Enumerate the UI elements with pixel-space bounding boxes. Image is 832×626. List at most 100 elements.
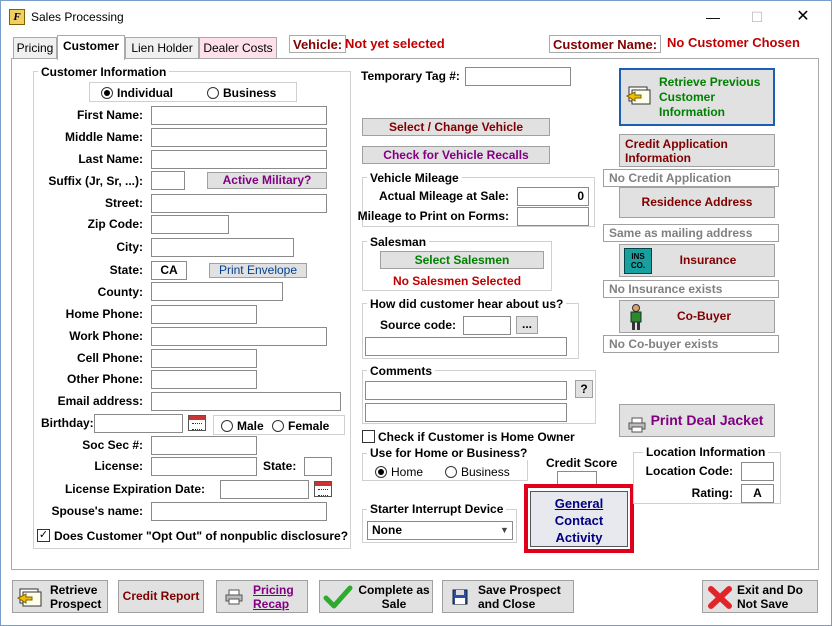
county-input[interactable] xyxy=(151,282,283,301)
same-mailing-status: Same as mailing address xyxy=(603,224,779,242)
radio-use-business[interactable]: Business xyxy=(445,465,510,479)
save-prospect-button[interactable]: Save Prospect and Close xyxy=(442,580,574,613)
radio-business[interactable]: Business xyxy=(207,86,276,100)
active-military-button[interactable]: Active Military? xyxy=(207,172,327,189)
close-button[interactable]: ✕ xyxy=(793,7,813,27)
home-phone-input[interactable] xyxy=(151,305,257,324)
last-name-label: Last Name: xyxy=(78,152,143,166)
pricing-recap-button[interactable]: Pricing Recap xyxy=(216,580,308,613)
credit-score-input[interactable] xyxy=(557,471,597,485)
retrieve-prospect-button[interactable]: Retrieve Prospect xyxy=(12,580,108,613)
source-code-input[interactable] xyxy=(463,316,511,335)
chevron-down-icon[interactable]: ▼ xyxy=(497,522,512,539)
license-exp-input[interactable] xyxy=(220,480,309,499)
comments-help-button[interactable]: ? xyxy=(575,380,593,398)
home-phone-label: Home Phone: xyxy=(65,307,143,321)
middle-name-input[interactable] xyxy=(151,128,327,147)
birthday-calendar-icon[interactable] xyxy=(188,415,206,431)
tab-pricing[interactable]: Pricing xyxy=(13,37,57,59)
license-exp-calendar-icon[interactable] xyxy=(314,481,332,497)
source-desc-input[interactable] xyxy=(365,337,567,356)
ssn-label: Soc Sec #: xyxy=(82,438,143,452)
printer-icon xyxy=(225,589,243,605)
tab-dealer-costs[interactable]: Dealer Costs xyxy=(199,37,277,59)
select-vehicle-button[interactable]: Select / Change Vehicle xyxy=(362,118,550,136)
home-owner-checkbox[interactable] xyxy=(362,430,375,443)
print-envelope-button[interactable]: Print Envelope xyxy=(209,263,307,278)
gca-line-3: Activity xyxy=(555,530,603,545)
radio-female[interactable]: Female xyxy=(272,419,329,433)
radio-individual[interactable]: Individual xyxy=(101,86,173,100)
temp-tag-input[interactable] xyxy=(465,67,571,86)
last-name-input[interactable] xyxy=(151,150,327,169)
tab-customer[interactable]: Customer xyxy=(57,35,125,60)
co-buyer-button[interactable]: Co-Buyer xyxy=(619,300,775,333)
minimize-button[interactable]: — xyxy=(703,7,723,27)
other-phone-input[interactable] xyxy=(151,370,257,389)
retrieve-previous-button[interactable]: Retrieve Previous Customer Information xyxy=(619,68,775,126)
vehicle-value: Not yet selected xyxy=(345,36,445,51)
starter-select[interactable]: None xyxy=(367,521,513,540)
insurance-button[interactable]: INS CO. Insurance xyxy=(619,244,775,277)
radio-male[interactable]: Male xyxy=(221,419,264,433)
home-owner-label: Check if Customer is Home Owner xyxy=(378,430,575,444)
mileage-print-input[interactable] xyxy=(517,207,589,226)
radio-dot xyxy=(221,420,233,432)
tab-lien-holder[interactable]: Lien Holder xyxy=(125,37,199,59)
retrieve-card-icon xyxy=(16,586,44,610)
ssn-input[interactable] xyxy=(151,436,257,455)
maximize-button[interactable]: ☐ xyxy=(747,7,767,27)
comments-input-2[interactable] xyxy=(365,403,567,422)
work-phone-input[interactable] xyxy=(151,327,327,346)
select-salesmen-button[interactable]: Select Salesmen xyxy=(380,251,544,269)
license-state-input[interactable] xyxy=(304,457,332,476)
printer-icon xyxy=(628,413,646,433)
actual-mileage-input[interactable]: 0 xyxy=(517,187,589,206)
state-input[interactable]: CA xyxy=(151,261,187,280)
radio-home[interactable]: Home xyxy=(375,465,423,479)
spouse-input[interactable] xyxy=(151,502,327,521)
email-input[interactable] xyxy=(151,392,341,411)
gca-line-1: General xyxy=(554,496,604,511)
license-input[interactable] xyxy=(151,457,257,476)
opt-out-checkbox[interactable]: ✓ xyxy=(37,529,50,542)
starter-title: Starter Interrupt Device xyxy=(367,502,507,516)
source-code-label: Source code: xyxy=(380,318,457,332)
comments-input-1[interactable] xyxy=(365,381,567,400)
credit-score-label: Credit Score xyxy=(546,456,618,470)
retrieve-prev-line-1: Retrieve Previous xyxy=(659,75,761,89)
exit-no-save-button[interactable]: Exit and Do Not Save xyxy=(702,580,818,613)
customer-info-title: Customer Information xyxy=(38,65,170,79)
rating-input[interactable]: A xyxy=(741,484,774,503)
birthday-input[interactable] xyxy=(94,414,183,433)
vehicle-label: Vehicle: xyxy=(289,35,347,53)
radio-dot xyxy=(101,87,113,99)
customer-name-value: No Customer Chosen xyxy=(667,35,800,50)
suffix-label: Suffix (Jr, Sr, ...): xyxy=(48,174,143,188)
title-bar: F Sales Processing — ☐ ✕ xyxy=(1,1,831,33)
complete-as-sale-button[interactable]: Complete as Sale xyxy=(319,580,433,613)
license-state-label: State: xyxy=(263,459,297,473)
no-insurance-status: No Insurance exists xyxy=(603,280,779,298)
street-input[interactable] xyxy=(151,194,327,213)
first-name-input[interactable] xyxy=(151,106,327,125)
general-contact-activity-button[interactable]: General Contact Activity xyxy=(530,491,628,547)
no-salesmen-text: No Salesmen Selected xyxy=(392,274,522,288)
opt-out-label: Does Customer "Opt Out" of nonpublic dis… xyxy=(54,529,349,543)
license-label: License: xyxy=(94,459,143,473)
credit-report-button[interactable]: Credit Report xyxy=(118,580,204,613)
suffix-input[interactable] xyxy=(151,171,185,190)
source-lookup-button[interactable]: ... xyxy=(516,316,538,334)
check-recalls-button[interactable]: Check for Vehicle Recalls xyxy=(362,146,550,164)
credit-application-button[interactable]: Credit Application Information xyxy=(619,134,775,167)
retrieve-card-icon xyxy=(625,84,653,108)
location-code-input[interactable] xyxy=(741,462,774,481)
county-label: County: xyxy=(97,285,143,299)
cell-phone-input[interactable] xyxy=(151,349,257,368)
comments-title: Comments xyxy=(367,364,436,378)
city-input[interactable] xyxy=(151,238,294,257)
print-deal-jacket-button[interactable]: Print Deal Jacket xyxy=(619,404,775,437)
no-cobuyer-status: No Co-buyer exists xyxy=(603,335,779,353)
zip-input[interactable] xyxy=(151,215,229,234)
residence-address-button[interactable]: Residence Address xyxy=(619,187,775,218)
